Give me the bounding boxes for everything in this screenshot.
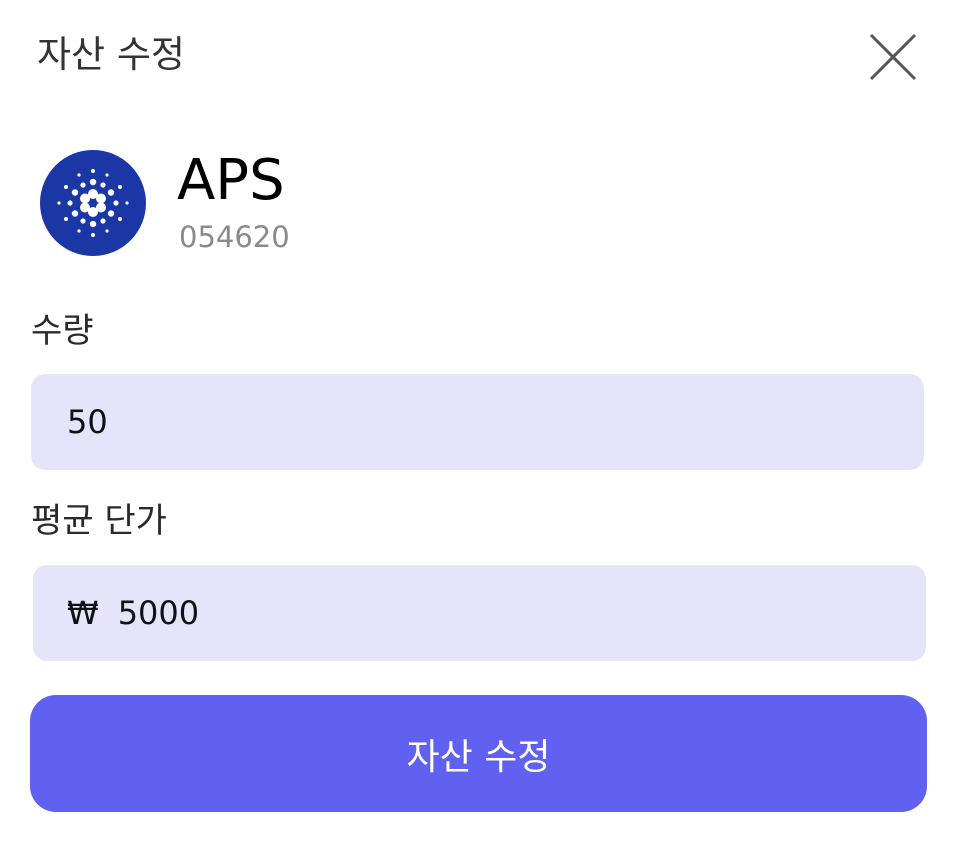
edit-asset-dialog: 자산 수정 APS 054620 수량 50 평균 단가 ₩ 5000 자산 수… bbox=[0, 0, 954, 842]
dialog-title: 자산 수정 bbox=[37, 33, 185, 76]
currency-symbol: ₩ bbox=[67, 594, 99, 632]
cardano-logo-icon bbox=[40, 150, 146, 256]
avg-price-label: 평균 단가 bbox=[31, 501, 167, 541]
edit-asset-button[interactable]: 자산 수정 bbox=[30, 695, 927, 812]
avg-price-field: ₩ bbox=[33, 565, 926, 661]
asset-code: 054620 bbox=[179, 220, 290, 254]
quantity-label: 수량 bbox=[31, 311, 94, 351]
close-button[interactable] bbox=[866, 30, 920, 84]
quantity-field bbox=[31, 374, 924, 470]
asset-name: APS bbox=[177, 148, 285, 213]
avg-price-input[interactable] bbox=[117, 565, 926, 661]
quantity-input[interactable] bbox=[31, 374, 924, 470]
close-icon bbox=[869, 33, 917, 81]
